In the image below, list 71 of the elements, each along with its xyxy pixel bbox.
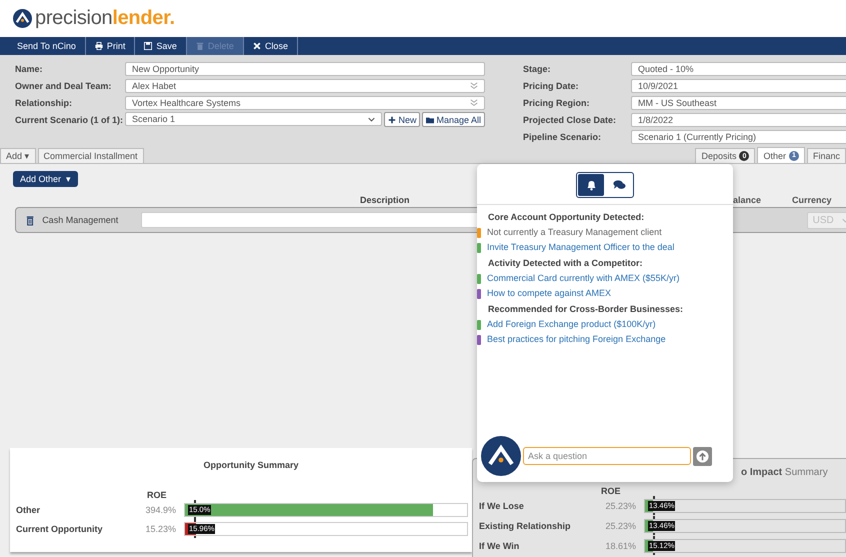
close-icon xyxy=(252,42,261,50)
field-label: Owner and Deal Team: xyxy=(15,80,112,90)
field-label: Pricing Date: xyxy=(523,80,580,90)
folder-icon xyxy=(426,116,434,124)
field-label: Pricing Region: xyxy=(523,98,591,108)
multi-select-field[interactable]: Vortex Healthcare Systems xyxy=(125,96,485,110)
input-field[interactable]: Scenario 1 (Currently Pricing) xyxy=(631,130,846,144)
scenario-select[interactable]: Scenario 1 xyxy=(125,112,382,126)
category-tab[interactable]: Financ xyxy=(806,148,846,163)
input-field[interactable]: 10/9/2021 xyxy=(631,78,846,92)
input-field[interactable]: MM - US Southeast xyxy=(631,96,846,110)
product-name: Cash Management xyxy=(42,215,120,225)
column-header: ROE xyxy=(601,486,622,496)
column-header: alance xyxy=(733,195,762,205)
alert-text: Not currently a Treasury Management client xyxy=(487,226,662,239)
logo-wordmark: precisionlender. xyxy=(35,7,175,30)
input-field[interactable]: 1/8/2022 xyxy=(631,112,846,126)
field-label: Pipeline Scenario: xyxy=(523,132,602,142)
double-chevron-icon xyxy=(470,98,478,106)
bell-icon xyxy=(584,179,598,191)
column-header: Description xyxy=(360,195,410,205)
product-tab[interactable]: Commercial Installment xyxy=(38,148,144,163)
field-label: Name: xyxy=(15,64,44,74)
field-label: Stage: xyxy=(523,64,552,74)
field-label: Relationship: xyxy=(15,98,74,108)
manage-button[interactable]: Manage All xyxy=(422,112,485,127)
row-label: Current Opportunity xyxy=(15,524,104,534)
section-heading: Recommended for Cross-Border Businesses: xyxy=(487,303,684,316)
trash-icon xyxy=(196,42,204,50)
roe-value: 15.23% xyxy=(144,524,176,534)
chevron-icon xyxy=(368,116,376,122)
input-field[interactable]: New Opportunity xyxy=(125,62,485,76)
send-button[interactable] xyxy=(693,446,712,466)
column-header: Currency xyxy=(792,195,832,205)
roe-value: 25.23% xyxy=(604,501,636,511)
panel-title: o Impact xyxy=(741,467,782,478)
field-label: Projected Close Date: xyxy=(523,114,618,124)
add-other-button[interactable]: Add Other ▾ xyxy=(13,171,78,187)
up-arrow-icon xyxy=(696,450,709,462)
row-label: If We Win xyxy=(478,541,520,551)
assistant-avatar-icon xyxy=(481,436,521,476)
row-label: If We Lose xyxy=(478,501,525,511)
roe-value: 394.9% xyxy=(144,504,176,514)
roe-value: 18.61% xyxy=(604,541,636,551)
add-menu[interactable]: Add ▾ xyxy=(0,148,36,163)
save-icon xyxy=(144,42,152,50)
field-label: Current Scenario (1 of 1): xyxy=(15,114,124,124)
question-input[interactable]: Ask a question xyxy=(523,447,691,465)
section-heading: Activity Detected with a Competitor: xyxy=(487,257,644,270)
print-icon xyxy=(94,42,103,50)
panel-title: Summary xyxy=(784,467,828,478)
suggestion-link[interactable]: Best practices for pitching Foreign Exchange xyxy=(487,333,666,346)
column-header: ROE xyxy=(147,490,168,500)
double-chevron-icon xyxy=(470,82,478,90)
panel-title: Opportunity Summary xyxy=(203,460,298,470)
row-label: Other xyxy=(15,504,42,514)
plus-icon xyxy=(388,116,396,124)
trash-icon[interactable] xyxy=(26,214,34,226)
logo-icon xyxy=(13,9,32,28)
chat-icon xyxy=(612,179,626,191)
section-heading: Core Account Opportunity Detected: xyxy=(487,211,646,224)
suggestion-link[interactable]: Commercial Card currently with AMEX ($55K/yr) xyxy=(487,272,680,285)
suggestion-link[interactable]: How to compete against AMEX xyxy=(487,287,612,300)
input-field[interactable]: Quoted - 10% xyxy=(631,62,846,76)
notifications-button[interactable] xyxy=(578,174,604,196)
row-label: Existing Relationship xyxy=(478,521,572,531)
suggestion-link[interactable]: Add Foreign Exchange product ($100K/yr) xyxy=(487,318,656,331)
new-button[interactable]: New xyxy=(384,112,420,127)
multi-select-field[interactable]: Alex Habet xyxy=(125,78,485,92)
suggestion-link[interactable]: Invite Treasury Management Officer to the deal xyxy=(487,241,674,254)
roe-value: 25.23% xyxy=(604,521,636,531)
